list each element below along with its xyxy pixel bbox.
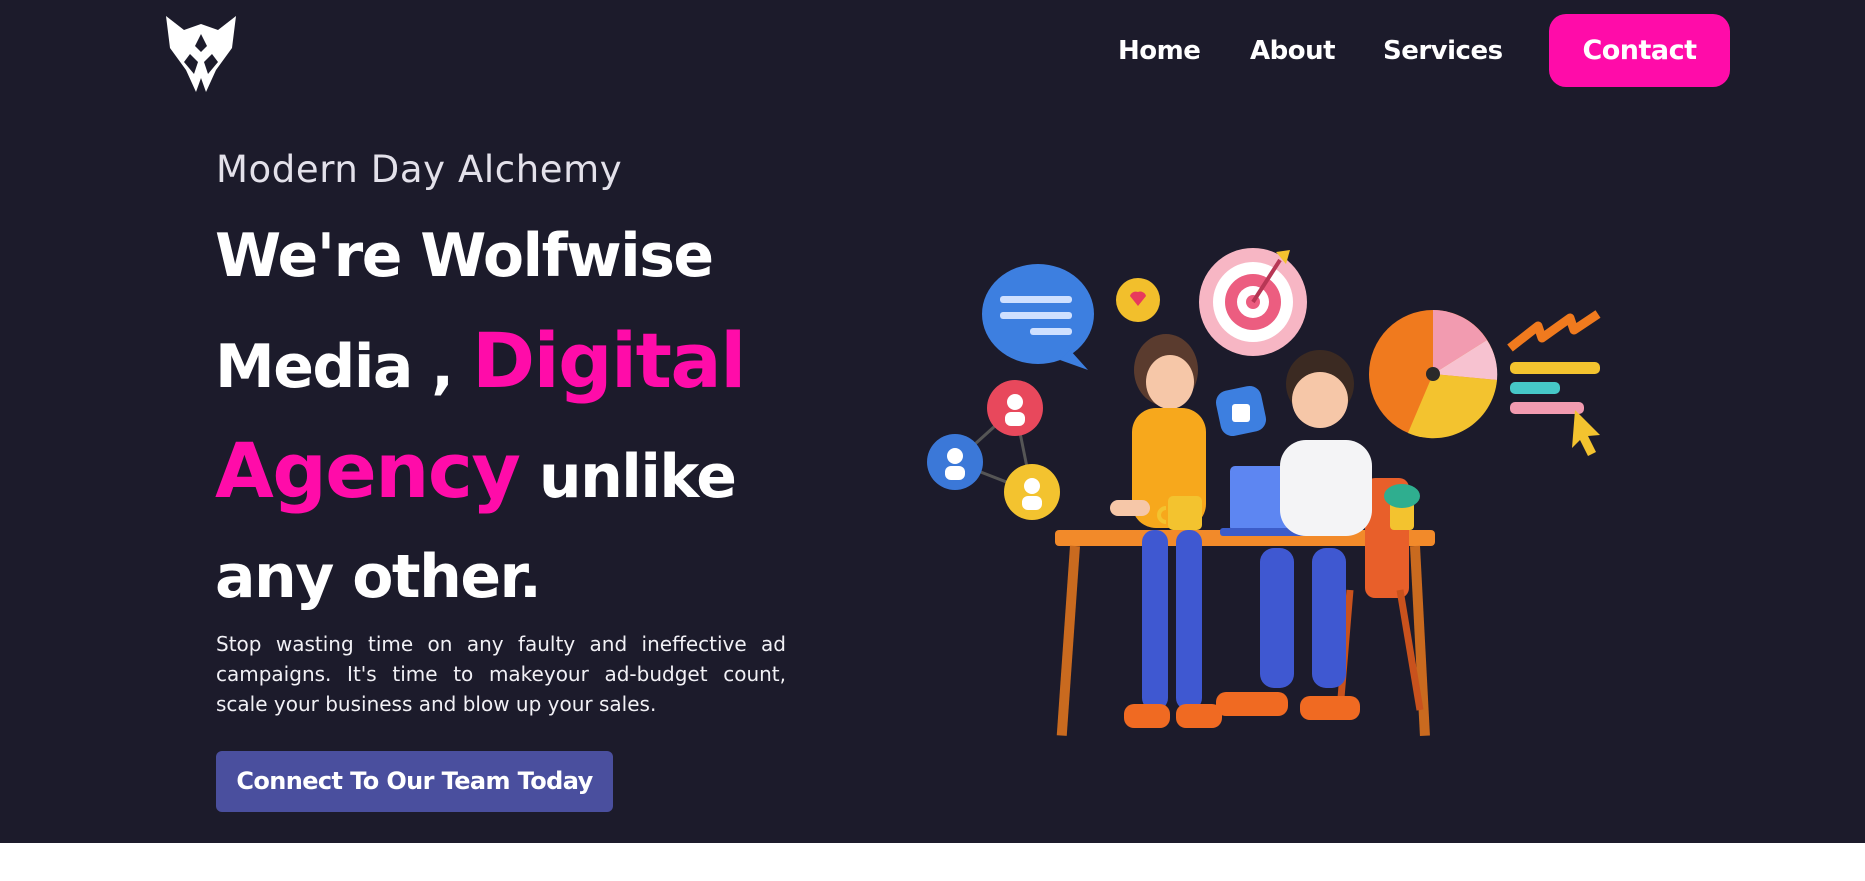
hero-description: Stop wasting time on any faulty and inef… (216, 632, 786, 716)
headline-digital-highlight: Digital (471, 316, 746, 405)
headline-media: Media , (215, 332, 472, 402)
headline-line-3: Agency unlike (215, 417, 737, 531)
nav-link-services[interactable]: Services (1383, 14, 1503, 88)
headline-unlike: unlike (519, 442, 737, 512)
headline-line-4: any other. (215, 542, 542, 612)
contact-button[interactable]: Contact (1549, 14, 1730, 87)
hero-tagline: Modern Day Alchemy (216, 148, 623, 191)
team-at-desk-illustration-icon (920, 230, 1610, 750)
headline-agency-highlight: Agency (215, 426, 521, 515)
nav-link-about[interactable]: About (1250, 14, 1336, 88)
headline-line-1: We're Wolfwise (215, 221, 714, 291)
connect-team-button[interactable]: Connect To Our Team Today (216, 751, 613, 812)
nav-link-home[interactable]: Home (1118, 14, 1201, 88)
hero-section: Home About Services Contact Modern Day A… (0, 0, 1865, 843)
headline-line-2: Media , Digital (215, 307, 746, 421)
